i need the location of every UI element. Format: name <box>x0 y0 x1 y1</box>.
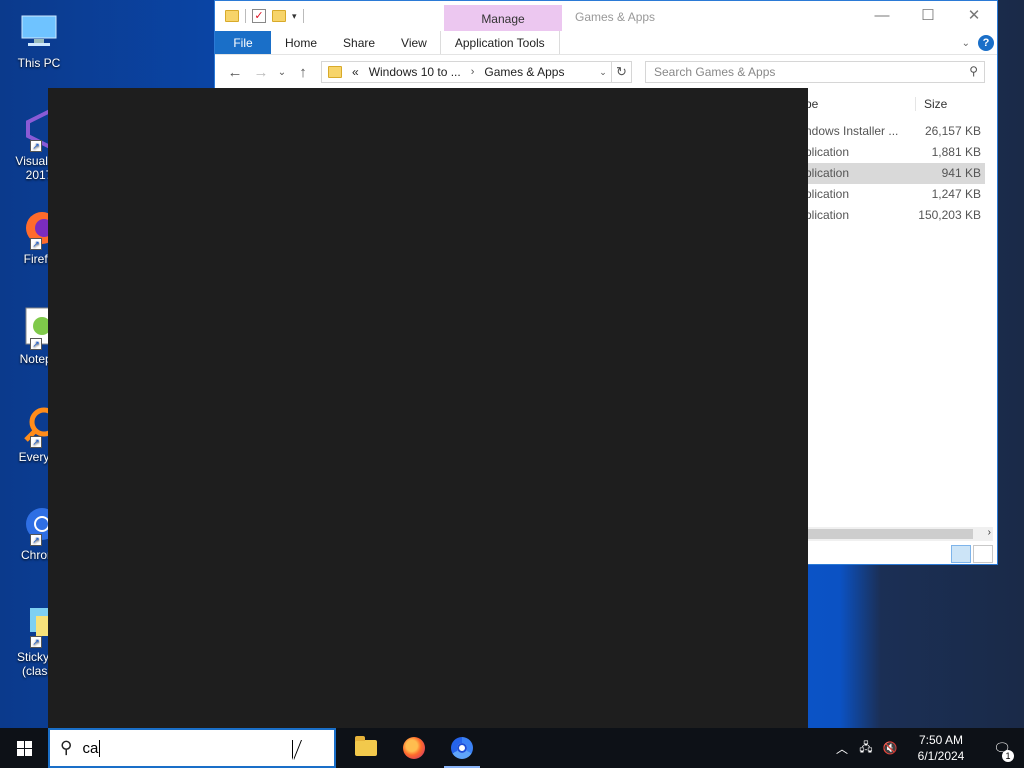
properties-icon[interactable]: ✓ <box>252 9 266 23</box>
quick-access-toolbar: ✓ ▾ <box>215 9 304 23</box>
search-icon: ⚲ <box>969 64 978 78</box>
horizontal-scrollbar[interactable]: › <box>805 527 993 541</box>
firefox-icon <box>403 737 425 759</box>
help-icon[interactable]: ? <box>978 35 994 51</box>
scroll-right-icon[interactable]: › <box>988 527 991 538</box>
shortcut-arrow-icon: ↗ <box>30 238 42 250</box>
file-size: 26,157 KB <box>924 124 981 138</box>
taskbar-search-box[interactable]: ⚲ ca <box>48 728 336 768</box>
file-size: 1,247 KB <box>931 187 981 201</box>
clock[interactable]: 7:50 AM 6/1/2024 <box>902 732 980 764</box>
file-size: 1,881 KB <box>931 145 981 159</box>
column-header-size[interactable]: Size <box>915 97 947 111</box>
file-size: 941 KB <box>941 166 981 180</box>
scrollbar-thumb[interactable] <box>805 529 973 539</box>
breadcrumb-overflow[interactable]: « <box>352 65 359 79</box>
taskbar: ⚲ ca ︿ 🖧 🔇 7:50 AM 6/1/2024 🗨 1 <box>0 728 1024 768</box>
system-tray: ︿ 🖧 🔇 7:50 AM 6/1/2024 🗨 1 <box>830 728 1024 768</box>
tab-file[interactable]: File <box>215 31 271 54</box>
ribbon-tabs: File Home Share View Application Tools ⌄… <box>215 31 997 55</box>
view-switcher <box>951 545 993 563</box>
file-row[interactable]: ndows Installer ... 26,157 KB <box>805 121 985 142</box>
desktop-icon-this-pc[interactable]: This PC <box>4 10 74 70</box>
window-controls: — ☐ ✕ <box>859 1 997 31</box>
taskbar-chrome[interactable] <box>438 728 486 768</box>
breadcrumb-item[interactable]: Windows 10 to ... <box>369 65 461 79</box>
notification-count: 1 <box>1002 749 1014 762</box>
address-dropdown-icon[interactable]: ⌄ <box>595 67 611 78</box>
folder-icon <box>328 66 342 78</box>
file-type: ndows Installer ... <box>805 124 899 138</box>
file-type: plication <box>805 166 850 180</box>
up-arrow-icon[interactable]: ↑ <box>291 64 315 81</box>
taskbar-file-explorer[interactable] <box>342 728 390 768</box>
file-row[interactable]: plication 150,203 KB <box>805 205 985 226</box>
volume-muted-icon[interactable]: 🔇 <box>878 741 902 755</box>
taskbar-firefox[interactable] <box>390 728 438 768</box>
divider <box>302 9 304 23</box>
clock-time: 7:50 AM <box>918 733 964 747</box>
address-bar[interactable]: « Windows 10 to ... › Games & Apps ⌄ ↻ <box>321 61 632 83</box>
new-folder-icon[interactable] <box>272 10 286 22</box>
file-size: 150,203 KB <box>918 208 981 222</box>
file-row-selected[interactable]: plication 941 KB <box>805 163 985 184</box>
details-view-icon[interactable] <box>951 545 971 563</box>
forward-arrow-icon[interactable]: → <box>249 64 273 81</box>
shortcut-arrow-icon: ↗ <box>30 436 42 448</box>
tab-view[interactable]: View <box>388 31 440 54</box>
monitor-icon <box>18 10 60 52</box>
tab-share[interactable]: Share <box>330 31 388 54</box>
minimize-icon[interactable]: — <box>859 1 905 31</box>
chrome-icon <box>451 737 473 759</box>
search-input[interactable]: Search Games & Apps <box>654 65 775 79</box>
expand-ribbon-icon[interactable]: ⌄ <box>962 38 970 49</box>
search-icon: ⚲ <box>60 738 73 757</box>
file-type: plication <box>805 187 850 201</box>
search-input[interactable]: ca <box>82 739 101 757</box>
file-list: ndows Installer ... 26,157 KB plication 1,… <box>805 121 985 226</box>
file-type: plication <box>805 208 850 222</box>
shortcut-arrow-icon: ↗ <box>30 636 42 648</box>
windows-logo-icon <box>16 740 32 756</box>
tab-application-tools[interactable]: Application Tools <box>439 31 560 54</box>
chevron-up-icon[interactable]: ︿ <box>830 740 854 757</box>
window-title: Games & Apps <box>575 10 656 24</box>
divider <box>245 9 246 23</box>
start-button[interactable] <box>0 728 48 768</box>
close-icon[interactable]: ✕ <box>951 1 997 31</box>
shortcut-arrow-icon: ↗ <box>30 534 42 546</box>
search-box[interactable]: Search Games & Apps ⚲ <box>645 61 985 83</box>
chevron-right-icon[interactable]: › <box>471 66 475 78</box>
manage-tab[interactable]: Manage <box>444 5 562 31</box>
file-row[interactable]: plication 1,881 KB <box>805 142 985 163</box>
shortcut-arrow-icon: ↗ <box>30 140 42 152</box>
file-explorer-icon <box>355 736 377 756</box>
recent-locations-icon[interactable]: ⌄ <box>275 67 289 78</box>
desktop-icon-label: This PC <box>17 56 61 70</box>
maximize-icon[interactable]: ☐ <box>905 1 951 31</box>
breadcrumb-item[interactable]: Games & Apps <box>484 65 564 79</box>
action-center-button[interactable]: 🗨 1 <box>980 740 1024 762</box>
network-icon[interactable]: 🖧 <box>854 738 878 759</box>
large-icons-view-icon[interactable] <box>973 545 993 563</box>
column-headers: pe Size <box>805 91 985 115</box>
mouse-pointer-icon <box>293 740 301 760</box>
clock-date: 6/1/2024 <box>917 749 965 763</box>
file-row[interactable]: plication 1,247 KB <box>805 184 985 205</box>
tab-home[interactable]: Home <box>271 31 330 54</box>
shortcut-arrow-icon: ↗ <box>30 338 42 350</box>
folder-icon <box>225 10 239 22</box>
customize-toolbar-dropdown-icon[interactable]: ▾ <box>292 11 297 22</box>
file-type: plication <box>805 145 850 159</box>
title-bar[interactable]: ✓ ▾ Manage Games & Apps — ☐ ✕ <box>215 1 997 31</box>
address-row: ← → ⌄ ↑ « Windows 10 to ... › Games & Ap… <box>215 55 997 89</box>
refresh-icon[interactable]: ↻ <box>611 62 631 82</box>
search-results-panel <box>48 88 808 728</box>
back-arrow-icon[interactable]: ← <box>223 64 247 81</box>
